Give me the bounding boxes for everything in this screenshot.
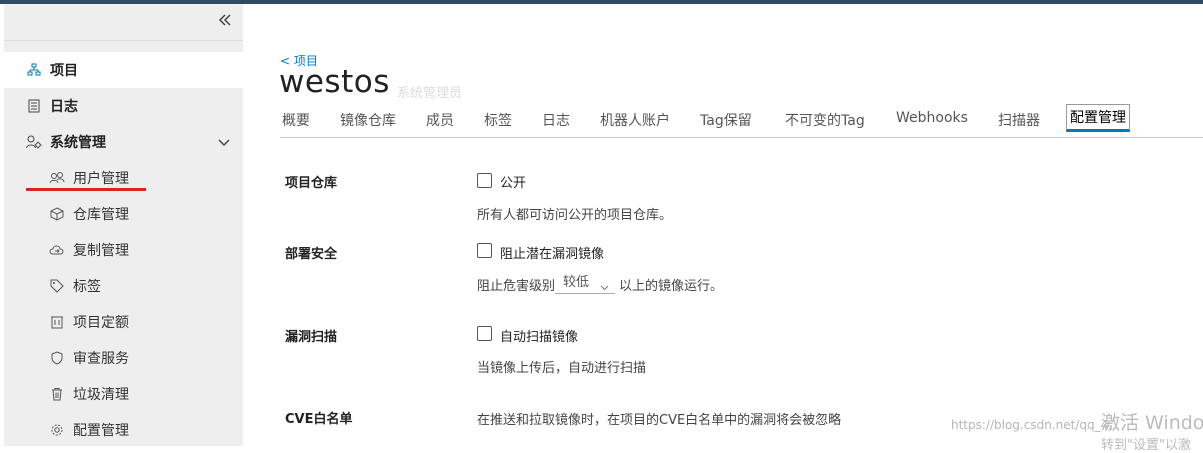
- cube-icon: [49, 206, 65, 222]
- cloud-sync-icon: [49, 242, 65, 258]
- sidebar-item-configuration[interactable]: 配置管理: [4, 412, 243, 448]
- tab-repositories[interactable]: 镜像仓库: [340, 110, 396, 130]
- tab-summary[interactable]: 概要: [282, 110, 310, 130]
- auto-scan-help-text: 当镜像上传后，自动进行扫描: [477, 357, 646, 376]
- role-label: 系统管理员: [397, 82, 462, 101]
- tab-labels[interactable]: 标签: [484, 110, 512, 130]
- sidebar-item-project-quotas[interactable]: 项目定额: [4, 304, 243, 340]
- activate-windows-title: 激活 Windo: [1101, 408, 1203, 435]
- cve-allowlist-label: CVE白名单: [285, 408, 352, 427]
- severity-select[interactable]: 较低: [555, 272, 615, 294]
- tab-scanners[interactable]: 扫描器: [998, 110, 1040, 130]
- sidebar-item-label: 日志: [50, 96, 78, 116]
- cve-help-text: 在推送和拉取镜像时，在项目的CVE白名单中的漏洞将会被忽略: [477, 409, 841, 428]
- sidebar-item-garbage-collection[interactable]: 垃圾清理: [4, 376, 243, 412]
- sidebar-item-label: 项目定额: [73, 312, 129, 332]
- sidebar-item-label: 配置管理: [73, 420, 129, 440]
- sidebar-divider: [4, 40, 243, 41]
- chevron-down-icon[interactable]: [217, 135, 231, 149]
- sidebar-item-label: 项目: [50, 60, 78, 80]
- sidebar-item-label: 审查服务: [73, 348, 129, 368]
- red-annotation-underline: [26, 188, 146, 191]
- prevent-vulnerable-checkbox[interactable]: [477, 243, 492, 258]
- collapse-sidebar-button[interactable]: [217, 10, 233, 30]
- sidebar-item-projects[interactable]: 项目: [4, 52, 243, 88]
- severity-help-text: 阻止危害级别: [477, 275, 555, 294]
- project-icon: [26, 62, 42, 78]
- prevent-vulnerable-label[interactable]: 阻止潜在漏洞镜像: [500, 243, 604, 262]
- sidebar-item-label: 系统管理: [50, 132, 106, 152]
- public-checkbox[interactable]: [477, 173, 492, 188]
- sidebar-item-registry-management[interactable]: 仓库管理: [4, 196, 243, 232]
- sidebar-item-labels[interactable]: 标签: [4, 268, 243, 304]
- project-registry-label: 项目仓库: [285, 172, 337, 191]
- tab-tag-retention[interactable]: Tag保留: [700, 110, 752, 130]
- sidebar-item-label: 仓库管理: [73, 204, 129, 224]
- users-icon: [49, 170, 65, 186]
- public-checkbox-label[interactable]: 公开: [500, 172, 526, 191]
- sidebar-item-system-admin[interactable]: 系统管理: [4, 124, 243, 160]
- tab-robot-accounts[interactable]: 机器人账户: [600, 110, 670, 130]
- sidebar-item-label: 用户管理: [73, 168, 129, 188]
- sidebar-item-label: 标签: [73, 276, 101, 296]
- tab-configuration[interactable]: 配置管理: [1066, 104, 1130, 132]
- sidebar-item-interrogation-services[interactable]: 审查服务: [4, 340, 243, 376]
- csdn-watermark: https://blog.csdn.net/qq_4...: [951, 418, 1120, 432]
- tag-icon: [49, 278, 65, 294]
- sidebar-item-logs[interactable]: 日志: [4, 88, 243, 124]
- vulnerability-scanning-label: 漏洞扫描: [285, 326, 337, 345]
- auto-scan-label[interactable]: 自动扫描镜像: [500, 326, 578, 345]
- page-title: westos: [279, 64, 390, 100]
- tab-logs[interactable]: 日志: [542, 110, 570, 130]
- sidebar-item-label: 垃圾清理: [73, 384, 129, 404]
- severity-help-suffix: 以上的镜像运行。: [619, 275, 723, 294]
- sidebar: 项目 日志 系统管理 用户管理 仓库管理 复制管理: [0, 4, 243, 446]
- tab-webhooks[interactable]: Webhooks: [896, 110, 968, 126]
- quota-icon: [49, 314, 65, 330]
- sidebar-item-replication[interactable]: 复制管理: [4, 232, 243, 268]
- auto-scan-checkbox[interactable]: [477, 326, 492, 341]
- severity-select-value: 较低: [563, 275, 589, 290]
- sidebar-item-label: 复制管理: [73, 240, 129, 260]
- main-content: < 项目 westos 系统管理员 概要 镜像仓库 成员 标签 日志 机器人账户…: [243, 4, 1203, 446]
- activate-windows-subtitle: 转到"设置"以激: [1101, 434, 1191, 453]
- shield-icon: [49, 350, 65, 366]
- gear-icon: [49, 422, 65, 438]
- chevron-down-icon: [600, 278, 609, 287]
- tab-bar: 概要 镜像仓库 成员 标签 日志 机器人账户 Tag保留 不可变的Tag Web…: [280, 104, 1203, 138]
- trash-icon: [49, 386, 65, 402]
- system-admin-icon: [26, 134, 42, 150]
- log-icon: [26, 98, 42, 114]
- tab-members[interactable]: 成员: [426, 110, 454, 130]
- public-help-text: 所有人都可访问公开的项目仓库。: [477, 204, 672, 223]
- tab-immutable-tags[interactable]: 不可变的Tag: [785, 110, 865, 130]
- deployment-security-label: 部署安全: [285, 243, 337, 262]
